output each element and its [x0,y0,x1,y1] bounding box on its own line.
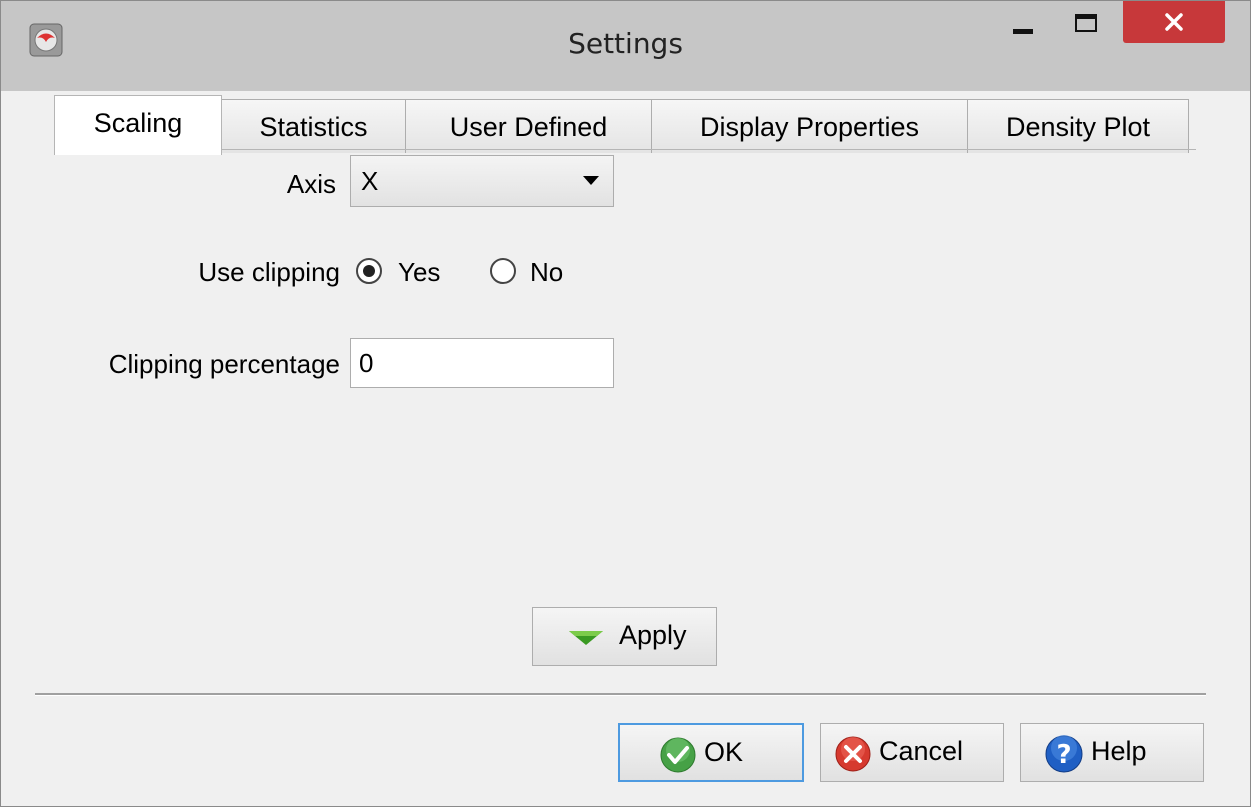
question-circle-icon: ? [1045,735,1083,773]
ok-button-label: OK [704,737,744,767]
close-icon [1165,13,1183,31]
use-clipping-label: Use clipping [198,257,340,287]
maximize-icon [1075,14,1097,32]
axis-dropdown[interactable]: X [350,155,614,207]
title-bar[interactable]: Settings [1,1,1250,91]
clipping-no-radio[interactable] [490,258,516,284]
clipping-yes-label[interactable]: Yes [398,257,440,288]
checkmark-circle-icon [660,737,696,773]
maximize-button[interactable] [1063,1,1109,43]
tab-density-plot[interactable]: Density Plot [967,99,1189,153]
chevron-down-icon [583,176,599,185]
svg-text:?: ? [1056,740,1071,770]
help-button[interactable]: ? Help [1020,723,1204,782]
clipping-no-label[interactable]: No [530,257,563,288]
radio-selected-dot [363,265,375,277]
tab-display-properties[interactable]: Display Properties [651,99,968,153]
cancel-button[interactable]: Cancel [820,723,1004,782]
help-button-label: Help [1091,736,1147,766]
minimize-icon [1013,29,1033,34]
footer-separator [35,693,1206,696]
tab-user-defined[interactable]: User Defined [405,99,652,153]
minimize-button[interactable] [1005,1,1045,43]
clipping-percentage-input[interactable] [350,338,614,388]
triangle-down-icon [569,631,603,645]
dialog-content: Scaling Statistics User Defined Display … [34,91,1219,794]
x-circle-icon [835,736,871,772]
axis-label: Axis [286,169,336,199]
clipping-yes-radio[interactable] [356,258,382,284]
tab-scaling[interactable]: Scaling [54,95,222,155]
close-button[interactable] [1123,1,1225,43]
tab-statistics[interactable]: Statistics [221,99,406,153]
apply-button-label: Apply [619,620,687,650]
clipping-percentage-label: Clipping percentage [108,349,340,379]
axis-dropdown-value: X [361,166,379,196]
settings-window: Settings Scaling Statistics User Defined… [0,0,1251,807]
tab-divider [54,149,1196,150]
apply-button[interactable]: Apply [532,607,717,666]
ok-button[interactable]: OK [618,723,804,782]
cancel-button-label: Cancel [879,736,964,766]
